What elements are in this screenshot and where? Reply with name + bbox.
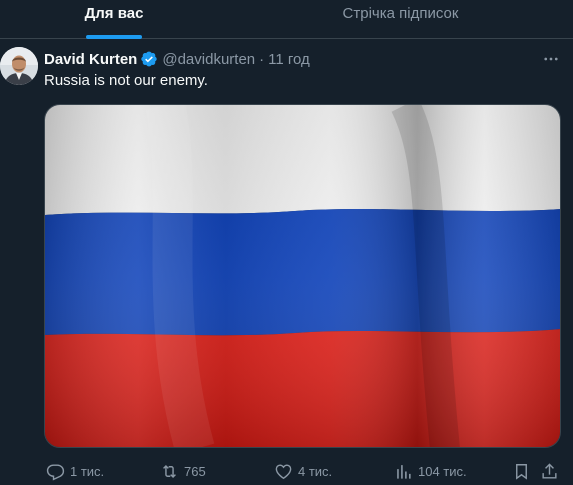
share-button[interactable] <box>540 459 559 483</box>
views-chart-icon <box>397 464 411 479</box>
timestamp[interactable]: 11 год <box>268 51 310 68</box>
reply-icon <box>46 463 65 481</box>
display-name[interactable]: David Kurten <box>44 51 137 68</box>
tab-following[interactable]: Стрічка підписок <box>228 0 573 38</box>
tab-for-you-label: Для вас <box>84 4 144 22</box>
timeline-tabs: Для вас Стрічка підписок <box>0 0 573 39</box>
views-count: 104 тис. <box>418 463 467 479</box>
reply-count: 1 тис. <box>70 463 105 479</box>
user-handle[interactable]: @davidkurten <box>162 51 255 68</box>
tab-following-label: Стрічка підписок <box>342 4 459 22</box>
avatar-photo <box>0 47 38 85</box>
retweet-icon <box>163 464 176 478</box>
like-count: 4 тис. <box>298 463 333 479</box>
reply-button[interactable]: 1 тис. <box>46 459 104 483</box>
heart-icon <box>275 463 292 479</box>
share-icon <box>542 462 557 479</box>
retweet-button[interactable]: 765 <box>160 459 206 483</box>
tweet-header: David Kurten @davidkurten · 11 год <box>44 49 310 69</box>
avatar[interactable] <box>0 47 38 85</box>
retweet-count: 765 <box>184 463 206 479</box>
tweet-actions: 1 тис. 765 4 тис. 104 тис. <box>44 459 564 483</box>
more-options-icon[interactable] <box>539 47 563 71</box>
like-button[interactable]: 4 тис. <box>274 459 332 483</box>
separator-dot: · <box>259 50 265 68</box>
views-button[interactable]: 104 тис. <box>394 459 467 483</box>
tab-for-you[interactable]: Для вас <box>0 0 228 39</box>
verified-badge-icon[interactable] <box>140 50 158 68</box>
russian-flag-image[interactable] <box>44 104 561 448</box>
bookmark-button[interactable] <box>512 459 531 483</box>
tweet[interactable]: David Kurten @davidkurten · 11 год Russi… <box>0 39 573 485</box>
tweet-text: Russia is not our enemy. <box>44 72 208 89</box>
bookmark-icon <box>516 463 527 480</box>
flag-graphic <box>45 105 560 447</box>
